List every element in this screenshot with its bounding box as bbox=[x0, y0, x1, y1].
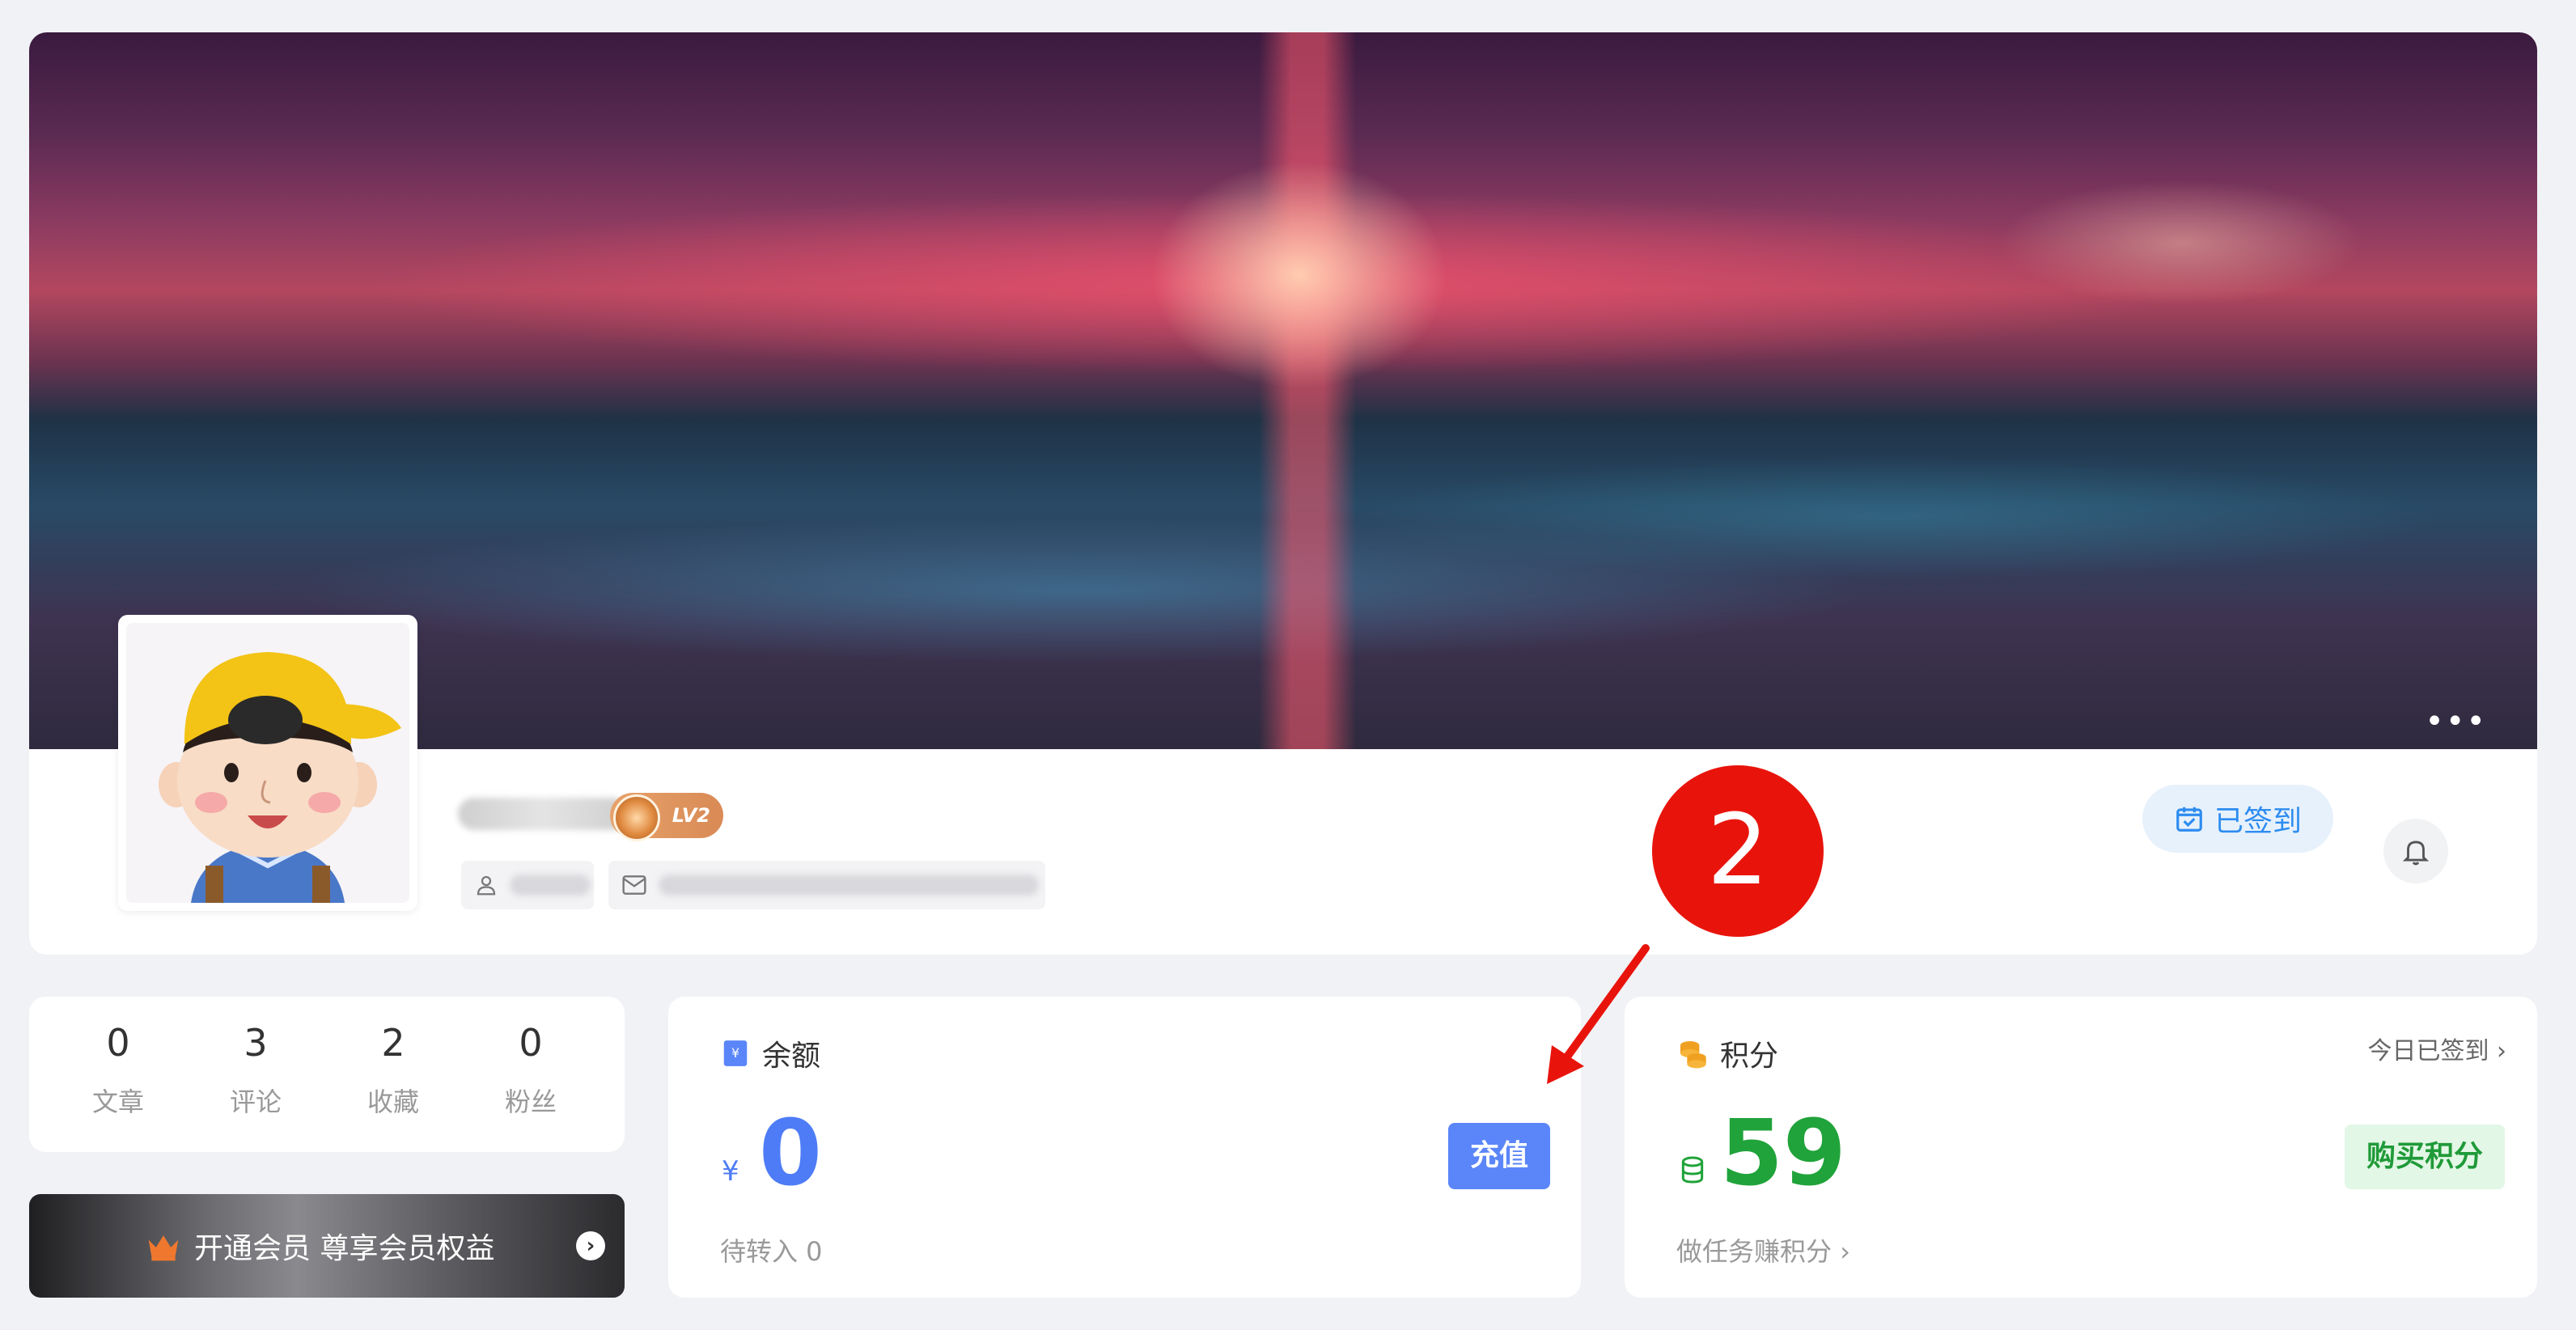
user-name bbox=[458, 798, 628, 830]
mail-icon bbox=[622, 875, 646, 895]
crown-icon bbox=[148, 1235, 179, 1261]
earn-points-link[interactable]: 做任务赚积分 › bbox=[1676, 1231, 1850, 1269]
calendar-check-icon bbox=[2176, 807, 2202, 832]
level-badge: LV2 bbox=[610, 793, 723, 841]
chevron-right-icon: › bbox=[1840, 1236, 1850, 1267]
balance-title: ¥ 余额 bbox=[720, 1032, 820, 1074]
wallet-icon: ¥ bbox=[723, 1040, 748, 1066]
chevron-right-icon: › bbox=[2497, 1037, 2506, 1065]
email-chip bbox=[608, 861, 1045, 909]
stat-followers[interactable]: 0 粉丝 bbox=[466, 1021, 595, 1119]
bell-icon bbox=[2402, 841, 2430, 866]
points-title-label: 积分 bbox=[1720, 1040, 1779, 1073]
more-options-icon[interactable]: ••• bbox=[2425, 705, 2487, 738]
balance-title-label: 余额 bbox=[762, 1040, 821, 1073]
stat-number: 3 bbox=[244, 1021, 268, 1065]
checkin-button[interactable]: 已签到 bbox=[2142, 785, 2333, 853]
recharge-button[interactable]: 充值 bbox=[1448, 1123, 1550, 1189]
buy-points-button[interactable]: 购买积分 bbox=[2345, 1125, 2505, 1189]
coin-stack-icon bbox=[1681, 1156, 1704, 1184]
stat-label: 文章 bbox=[91, 1086, 144, 1118]
stat-label: 评论 bbox=[229, 1086, 282, 1118]
profile-card: ••• LV2 已签到 bbox=[29, 32, 2537, 955]
user-icon bbox=[477, 875, 496, 896]
pending-amount: 待转入 0 bbox=[720, 1236, 823, 1267]
vip-banner[interactable]: 开通会员 尊享会员权益 › bbox=[29, 1194, 625, 1298]
svg-text:¥: ¥ bbox=[731, 1045, 739, 1061]
avatar[interactable] bbox=[118, 615, 417, 911]
stat-label: 收藏 bbox=[366, 1086, 419, 1118]
stat-comments[interactable]: 3 评论 bbox=[191, 1021, 320, 1119]
stats-card: 0 文章 3 评论 2 收藏 0 粉丝 bbox=[29, 997, 625, 1152]
coins-icon bbox=[1680, 1041, 1706, 1069]
email-value bbox=[659, 875, 1039, 896]
stat-number: 2 bbox=[381, 1021, 405, 1065]
checkin-label: 已签到 bbox=[2214, 805, 2302, 838]
avatar-image bbox=[126, 623, 409, 903]
points-title: 积分 bbox=[1676, 1032, 1778, 1074]
points-amount: 59 bbox=[1720, 1101, 1846, 1206]
balance-amount: 0 bbox=[759, 1101, 822, 1206]
points-card: 积分 今日已签到 › 59 购买积分 做任务赚积分 › bbox=[1625, 997, 2537, 1298]
today-checkin-label: 今日已签到 bbox=[2367, 1037, 2489, 1065]
currency-symbol: ¥ bbox=[722, 1155, 739, 1188]
notification-button[interactable] bbox=[2383, 819, 2448, 883]
stat-label: 粉丝 bbox=[504, 1086, 557, 1118]
user-id-value bbox=[510, 875, 591, 896]
annotation-step-badge: 2 bbox=[1652, 765, 1824, 937]
go-arrow-icon: › bbox=[576, 1231, 605, 1260]
stat-favorites[interactable]: 2 收藏 bbox=[328, 1021, 458, 1119]
stat-number: 0 bbox=[519, 1021, 543, 1065]
stat-articles[interactable]: 0 文章 bbox=[53, 1021, 183, 1119]
balance-card: ¥ 余额 ¥ 0 充值 待转入 0 bbox=[668, 997, 1581, 1298]
today-checkin-link[interactable]: 今日已签到 › bbox=[2367, 1031, 2506, 1066]
earn-points-label: 做任务赚积分 bbox=[1676, 1236, 1832, 1267]
user-id-chip bbox=[461, 861, 594, 909]
vip-text: 开通会员 尊享会员权益 bbox=[194, 1232, 495, 1265]
level-gem-icon bbox=[613, 794, 660, 841]
level-label: LV2 bbox=[672, 804, 710, 827]
stat-number: 0 bbox=[106, 1021, 130, 1065]
